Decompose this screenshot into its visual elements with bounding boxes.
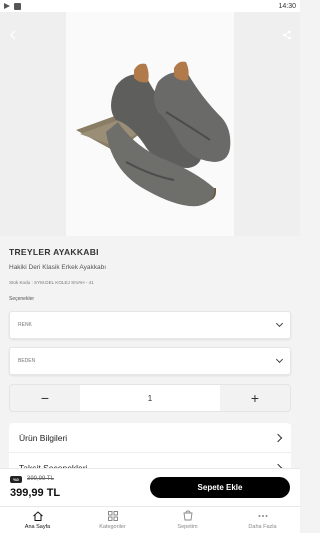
tab-label: Ana Sayfa: [24, 524, 51, 530]
size-select[interactable]: BEDEN: [9, 347, 291, 375]
purchase-bar: %0 399,99 TL 399,99 TL Sepete Ekle: [0, 468, 300, 506]
color-select-placeholder: RENK: [18, 322, 32, 328]
old-price: 399,99 TL: [27, 476, 54, 482]
tab-categories[interactable]: Kategoriler: [75, 507, 150, 533]
home-icon: [32, 511, 43, 521]
cart-icon: [182, 510, 193, 521]
status-bar: 14:30: [0, 0, 300, 12]
color-select[interactable]: RENK: [9, 311, 291, 339]
accordion-item-product-info[interactable]: Ürün Bilgileri: [9, 423, 291, 453]
grid-icon: [107, 511, 118, 521]
product-sku: Stok Kodu : SYM.DEL KOLEJ SIVAH - 41: [9, 280, 94, 285]
quantity-value: 1: [80, 385, 220, 411]
current-price: 399,99 TL: [10, 487, 61, 499]
bottom-tab-bar: Ana Sayfa Kategoriler Sepetim Daha Fazla: [0, 506, 300, 533]
shoe-illustration: [66, 12, 234, 236]
product-image-gallery[interactable]: [0, 12, 300, 236]
tab-label: Daha Fazla: [248, 524, 277, 530]
tab-home[interactable]: Ana Sayfa: [0, 507, 75, 533]
more-icon: [258, 515, 267, 517]
chevron-right-icon: [273, 433, 283, 442]
options-label: Seçenekler: [9, 296, 35, 302]
notification-icon: [14, 2, 21, 10]
tab-cart[interactable]: Sepetim: [150, 507, 225, 533]
chevron-down-icon: [275, 355, 284, 364]
product-name: Hakiki Deri Klasik Erkek Ayakkabı: [9, 264, 107, 271]
chevron-down-icon: [275, 319, 284, 328]
play-store-icon: [4, 3, 10, 9]
product-brand: TREYLER AYAKKABI: [9, 247, 99, 257]
accordion-item-label: Ürün Bilgileri: [19, 432, 68, 443]
share-button[interactable]: [278, 26, 296, 44]
add-to-cart-button[interactable]: Sepete Ekle: [150, 477, 290, 498]
share-icon: [283, 30, 291, 40]
tab-label: Kategoriler: [99, 524, 126, 530]
status-time: 14:30: [278, 2, 296, 10]
tab-more[interactable]: Daha Fazla: [225, 507, 300, 533]
quantity-decrease-button[interactable]: −: [10, 385, 80, 411]
tab-label: Sepetim: [177, 524, 198, 530]
discount-badge: %0: [10, 476, 22, 483]
product-image: [66, 12, 234, 236]
quantity-increase-button[interactable]: +: [220, 385, 290, 411]
size-select-placeholder: BEDEN: [18, 358, 36, 364]
chevron-left-icon: [10, 30, 16, 40]
notification-icons: [4, 2, 21, 10]
back-button[interactable]: [4, 26, 22, 44]
quantity-stepper: − 1 +: [9, 384, 291, 412]
